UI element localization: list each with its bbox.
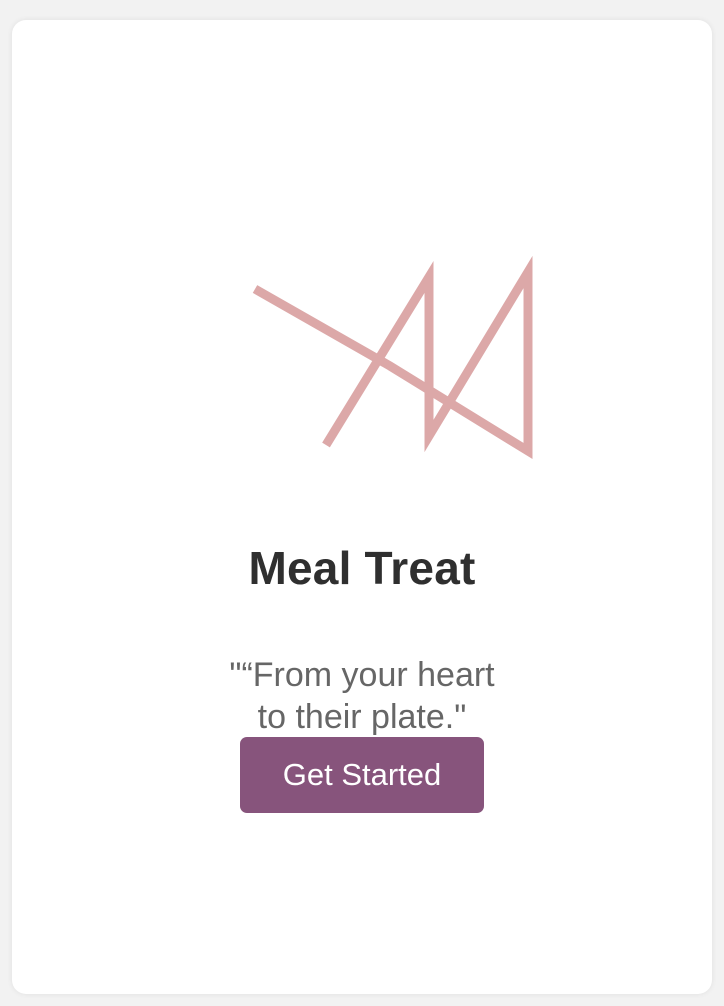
meal-treat-logo-icon xyxy=(240,252,550,480)
tagline: "“From your heart to their plate." xyxy=(229,656,495,736)
get-started-button[interactable]: Get Started xyxy=(240,737,484,813)
app-title: Meal Treat xyxy=(248,542,476,594)
welcome-card: Meal Treat "“From your heart to their pl… xyxy=(12,20,712,994)
